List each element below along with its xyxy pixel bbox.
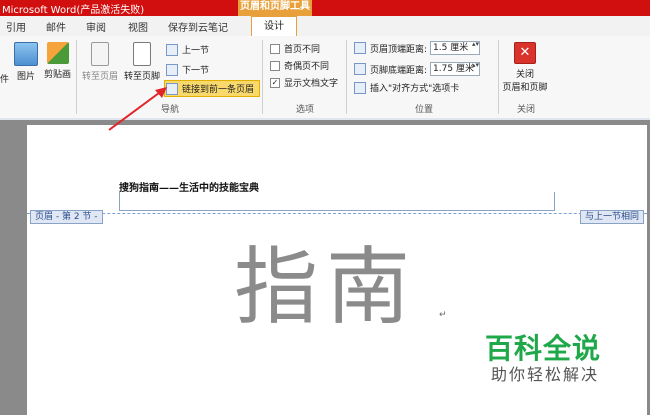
diff-first-checkbox[interactable]: 首页不同: [270, 42, 320, 55]
document-icon: [91, 42, 109, 66]
document-icon: [133, 42, 151, 66]
diff-odd-even-checkbox[interactable]: 奇偶页不同: [270, 59, 329, 72]
context-tool-label: 页眉和页脚工具: [238, 0, 312, 16]
group-label-position: 位置: [414, 105, 433, 115]
tab-design[interactable]: 设计: [251, 16, 297, 36]
title-bar: Microsoft Word(产品激活失败) 页眉和页脚工具: [0, 0, 650, 16]
header-top-input[interactable]: 1.5 厘米: [430, 41, 481, 55]
body-text[interactable]: 指南: [234, 220, 418, 341]
ribbon-tabs: 引用 邮件 审阅 视图 保存到云笔记 设计: [0, 16, 650, 37]
check-icon: ✓: [270, 77, 280, 88]
footer-bottom-input[interactable]: 1.75 厘米: [430, 62, 481, 76]
tab-view[interactable]: 视图: [128, 19, 148, 34]
tab-references[interactable]: 引用: [6, 19, 26, 34]
tab-cloud-notes[interactable]: 保存到云笔记: [168, 19, 228, 34]
header-distance-icon: [354, 42, 366, 54]
header-box: [119, 192, 555, 211]
red-arrow-icon: [108, 87, 167, 131]
next-section-button[interactable]: 下一节: [166, 63, 209, 76]
footer-bottom-distance: 页脚底端距离: 1.75 厘米: [354, 62, 481, 76]
align-tab-icon: [354, 81, 366, 94]
window-title: Microsoft Word(产品激活失败): [2, 5, 145, 16]
footer-distance-icon: [354, 63, 366, 75]
watermark-slogan: 助你轻松解决: [491, 365, 600, 384]
same-as-previous-tag: 与上一节相同: [579, 210, 644, 224]
header-top-distance: 页眉顶端距离: 1.5 厘米: [354, 41, 481, 55]
tab-mailings[interactable]: 邮件: [46, 19, 66, 34]
goto-footer-button[interactable]: 转至页脚: [124, 42, 160, 82]
link-previous-button[interactable]: 链接到前一条页眉: [166, 82, 254, 95]
picture-icon: [14, 42, 38, 66]
ribbon: 件 图片 剪贴画 转至页眉 转至页脚 上一节 下一节 链接到前一条页眉 导航 首…: [0, 36, 650, 120]
close-header-footer-button[interactable]: ✕ 关闭 页眉和页脚: [500, 42, 550, 93]
arrow-up-icon: [166, 43, 178, 56]
goto-header-button[interactable]: 转至页眉: [82, 42, 118, 82]
partial-button[interactable]: 件: [0, 72, 9, 85]
clipart-icon: [46, 42, 69, 64]
show-doc-text-checkbox[interactable]: ✓ 显示文档文字: [270, 76, 338, 89]
tab-review[interactable]: 审阅: [86, 19, 106, 34]
close-icon: ✕: [514, 42, 536, 64]
arrow-down-icon: [166, 63, 178, 76]
header-section-tag: 页眉 - 第 2 节 -: [30, 210, 103, 224]
insert-align-tab-button[interactable]: 插入"对齐方式"选项卡: [354, 81, 459, 94]
picture-button[interactable]: 图片: [14, 42, 38, 82]
clipart-button[interactable]: 剪贴画: [44, 42, 71, 80]
prev-section-button[interactable]: 上一节: [166, 43, 209, 56]
group-label-options: 选项: [295, 105, 314, 115]
header-separator: [27, 213, 647, 214]
paragraph-mark: ↵: [439, 310, 447, 320]
group-label-close: 关闭: [516, 105, 535, 115]
